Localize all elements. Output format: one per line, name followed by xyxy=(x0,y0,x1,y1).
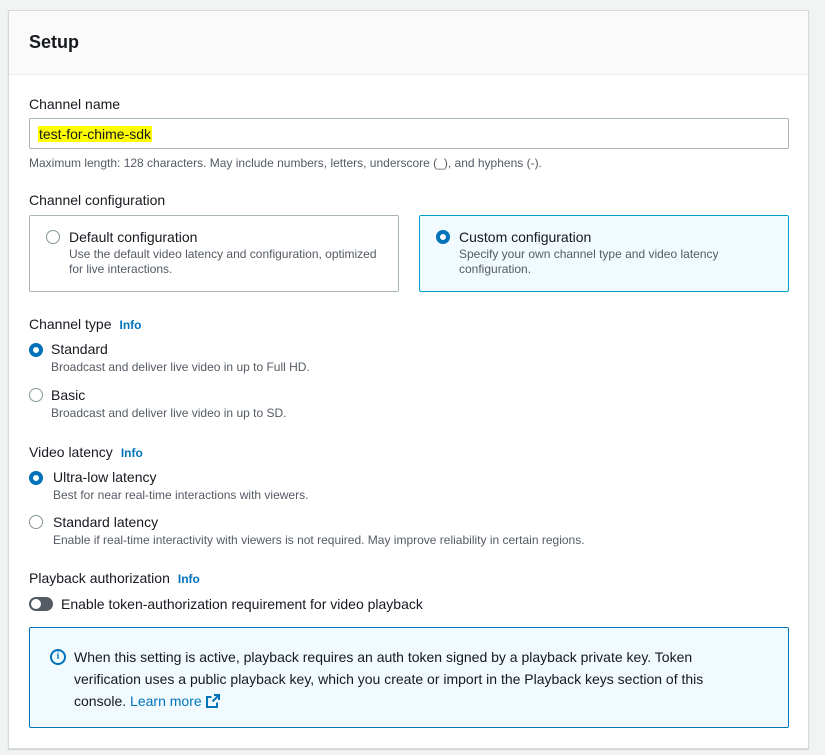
custom-configuration-title: Custom configuration xyxy=(459,229,592,245)
alert-text-block: When this setting is active, playback re… xyxy=(74,646,734,712)
video-latency-label: Video latency xyxy=(29,444,113,460)
channel-type-basic-radio[interactable] xyxy=(29,388,43,402)
video-latency-ultra-low-description: Best for near real-time interactions wit… xyxy=(53,488,309,502)
default-configuration-description: Use the default video latency and config… xyxy=(69,247,377,276)
custom-configuration-description: Specify your own channel type and video … xyxy=(459,247,719,276)
video-latency-ultra-low-title[interactable]: Ultra-low latency xyxy=(53,468,156,486)
video-latency-info-link[interactable]: Info xyxy=(121,446,143,460)
setup-panel: Setup Channel name test-for-chime-sdk Ma… xyxy=(8,10,809,749)
custom-configuration-radio[interactable] xyxy=(436,230,450,244)
token-authorization-toggle[interactable] xyxy=(29,597,53,611)
external-link-icon xyxy=(205,694,220,708)
playback-authorization-alert: i When this setting is active, playback … xyxy=(29,627,789,728)
video-latency-standard-title[interactable]: Standard latency xyxy=(53,513,158,531)
channel-name-hint: Maximum length: 128 characters. May incl… xyxy=(29,156,542,170)
channel-type-basic-title[interactable]: Basic xyxy=(51,386,85,404)
channel-type-standard-radio[interactable] xyxy=(29,343,43,357)
default-configuration-radio[interactable] xyxy=(46,230,60,244)
channel-name-value: test-for-chime-sdk xyxy=(38,125,153,142)
channel-type-standard-title[interactable]: Standard xyxy=(51,340,108,358)
channel-type-info-link[interactable]: Info xyxy=(120,318,142,332)
channel-name-label: Channel name xyxy=(29,96,121,112)
custom-configuration-tile[interactable]: Custom configuration Specify your own ch… xyxy=(419,215,789,292)
channel-type-label: Channel type xyxy=(29,316,112,332)
video-latency-standard-description: Enable if real-time interactivity with v… xyxy=(53,533,585,547)
default-configuration-tile[interactable]: Default configuration Use the default vi… xyxy=(29,215,399,292)
channel-type-basic-description: Broadcast and deliver live video in up t… xyxy=(51,406,287,420)
toggle-knob xyxy=(31,599,41,609)
learn-more-link[interactable]: Learn more xyxy=(130,693,220,709)
token-authorization-toggle-label[interactable]: Enable token-authorization requirement f… xyxy=(61,595,423,613)
learn-more-label: Learn more xyxy=(130,693,202,709)
video-latency-heading: Video latency Info xyxy=(29,443,143,462)
channel-name-input[interactable]: test-for-chime-sdk xyxy=(29,118,789,149)
playback-authorization-info-link[interactable]: Info xyxy=(178,572,200,586)
channel-type-heading: Channel type Info xyxy=(29,315,142,334)
panel-title: Setup xyxy=(29,32,80,52)
video-latency-standard-radio[interactable] xyxy=(29,515,43,529)
playback-authorization-heading: Playback authorization Info xyxy=(29,569,200,588)
info-icon: i xyxy=(50,649,66,665)
channel-type-standard-description: Broadcast and deliver live video in up t… xyxy=(51,360,310,374)
panel-header: Setup xyxy=(9,11,808,75)
default-configuration-title: Default configuration xyxy=(69,229,198,245)
playback-authorization-label: Playback authorization xyxy=(29,570,170,586)
channel-configuration-label: Channel configuration xyxy=(29,192,166,208)
video-latency-ultra-low-radio[interactable] xyxy=(29,471,43,485)
